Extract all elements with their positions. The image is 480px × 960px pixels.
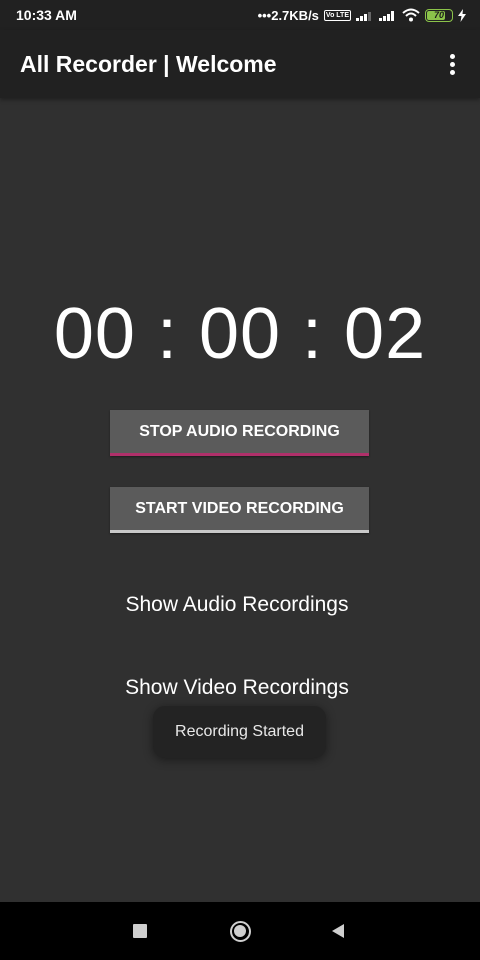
stop-audio-recording-button[interactable]: STOP AUDIO RECORDING — [110, 410, 369, 456]
menu-dot — [449, 53, 455, 59]
navigation-bar — [0, 902, 480, 960]
network-speed: •••2.7KB/s — [258, 8, 319, 23]
status-time: 10:33 AM — [16, 7, 77, 23]
status-bar: 10:33 AM •••2.7KB/s Vo LTE 70 — [0, 0, 480, 30]
home-dot — [234, 925, 246, 937]
app-title: All Recorder | Welcome — [20, 50, 277, 77]
show-audio-recordings-link[interactable]: Show Audio Recordings — [0, 593, 474, 617]
volte-icon: Vo LTE — [323, 9, 351, 21]
signal-icon — [379, 11, 394, 21]
menu-dot — [449, 61, 455, 67]
menu-dot — [449, 69, 455, 75]
back-icon — [332, 924, 344, 938]
app-bar: All Recorder | Welcome — [0, 30, 480, 98]
status-icons: •••2.7KB/s Vo LTE 70 — [258, 8, 466, 23]
network-speed-value: 2.7KB/s — [271, 7, 319, 23]
dots-icon: ••• — [257, 7, 272, 23]
charging-icon — [458, 8, 466, 22]
battery-level: 70 — [433, 10, 444, 20]
recording-timer: 00 : 00 : 02 — [53, 294, 427, 374]
show-video-recordings-link[interactable]: Show Video Recordings — [0, 676, 474, 700]
back-button[interactable] — [308, 902, 368, 960]
wifi-icon — [402, 8, 420, 22]
start-video-recording-button[interactable]: START VIDEO RECORDING — [110, 487, 369, 533]
battery-icon: 70 — [425, 8, 453, 22]
toast-message: Recording Started — [153, 706, 326, 758]
home-icon — [229, 920, 251, 942]
signal-icon — [356, 12, 371, 21]
recent-apps-icon — [133, 924, 147, 938]
home-button[interactable] — [210, 902, 270, 960]
more-vert-icon[interactable] — [440, 46, 464, 82]
recent-apps-button[interactable] — [110, 902, 170, 960]
